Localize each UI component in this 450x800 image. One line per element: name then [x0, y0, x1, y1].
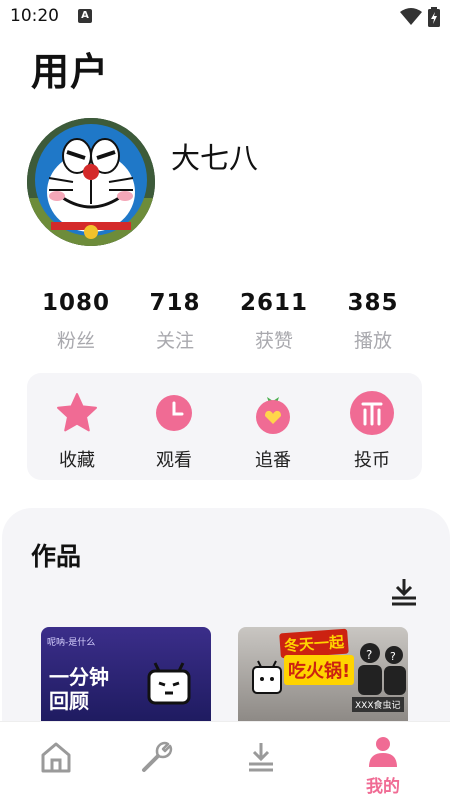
- silhouette-image: ? ?: [358, 643, 406, 695]
- status-bar: 10:20 A: [0, 0, 450, 34]
- quick-action-bangumi[interactable]: 追番: [233, 390, 313, 472]
- quick-actions-panel: 收藏 观看 追番 投币: [27, 373, 422, 480]
- tv-mascot-icon: [147, 662, 191, 705]
- stat-label: 关注: [155, 330, 194, 352]
- tab-tools[interactable]: [101, 722, 213, 800]
- tab-mine[interactable]: 我的: [327, 722, 439, 800]
- home-icon: [39, 740, 73, 774]
- bottom-tab-bar: 我的: [0, 721, 450, 800]
- work-thumbnail-caption: XXX食虫记: [352, 697, 404, 712]
- wifi-icon: [400, 8, 422, 25]
- quick-action-label: 追番: [255, 450, 291, 471]
- work-thumbnail[interactable]: 冬天一起 吃火锅! XXX食虫记 ? ?: [238, 627, 408, 727]
- work-thumbnail-caption: 呢呐-是什么: [47, 638, 96, 648]
- notification-icon: A: [78, 9, 92, 23]
- stat-value: 1080: [41, 290, 110, 316]
- tv-mascot-icon: [252, 660, 282, 694]
- stat-value: 2611: [239, 290, 308, 316]
- stats-row: 1080 粉丝 718 关注 2611 获赞 385 播放: [14, 290, 434, 362]
- stat-following[interactable]: 718 关注: [125, 290, 225, 353]
- quick-action-label: 观看: [156, 450, 192, 471]
- stat-likes[interactable]: 2611 获赞: [224, 290, 324, 353]
- quick-action-favorites[interactable]: 收藏: [37, 390, 117, 472]
- svg-text:?: ?: [390, 650, 396, 663]
- username: 大七八: [171, 141, 259, 175]
- doraemon-avatar-image: [27, 118, 155, 246]
- tab-home[interactable]: [0, 722, 112, 800]
- headline-line-1: 一分钟: [49, 665, 109, 689]
- headline-line-2: 回顾: [49, 689, 89, 713]
- stat-label: 播放: [353, 330, 392, 352]
- wrench-icon: [140, 740, 174, 774]
- stat-value: 718: [149, 290, 201, 316]
- stat-plays[interactable]: 385 播放: [323, 290, 423, 353]
- work-thumbnail-headline: 吃火锅!: [284, 655, 355, 685]
- battery-icon: [428, 7, 440, 27]
- quick-action-label: 收藏: [59, 450, 95, 471]
- tomato-heart-icon: [250, 390, 296, 436]
- stat-label: 获赞: [254, 330, 293, 352]
- stat-fans[interactable]: 1080 粉丝: [26, 290, 126, 353]
- quick-action-label: 投币: [354, 450, 390, 471]
- page-title: 用户: [31, 50, 110, 94]
- quick-action-history[interactable]: 观看: [134, 390, 214, 472]
- download-icon[interactable]: [388, 576, 420, 608]
- coin-icon: [349, 390, 395, 436]
- status-time: 10:20: [10, 6, 59, 26]
- tab-label: 我的: [366, 777, 400, 797]
- download-icon: [244, 740, 278, 774]
- clock-icon: [151, 390, 197, 436]
- star-icon: [54, 390, 100, 436]
- svg-text:?: ?: [366, 648, 372, 662]
- quick-action-coins[interactable]: 投币: [332, 390, 412, 472]
- person-icon: [366, 734, 400, 768]
- work-thumbnail[interactable]: 呢呐-是什么 一分钟 回顾: [41, 627, 211, 727]
- stat-label: 粉丝: [56, 330, 95, 352]
- works-title: 作品: [31, 542, 82, 571]
- tab-downloads[interactable]: [205, 722, 317, 800]
- work-thumbnail-banner: 冬天一起: [279, 628, 349, 659]
- avatar[interactable]: [27, 118, 155, 246]
- status-icons: [400, 7, 440, 27]
- stat-value: 385: [347, 290, 399, 316]
- work-thumbnail-headline: 一分钟 回顾: [49, 665, 109, 713]
